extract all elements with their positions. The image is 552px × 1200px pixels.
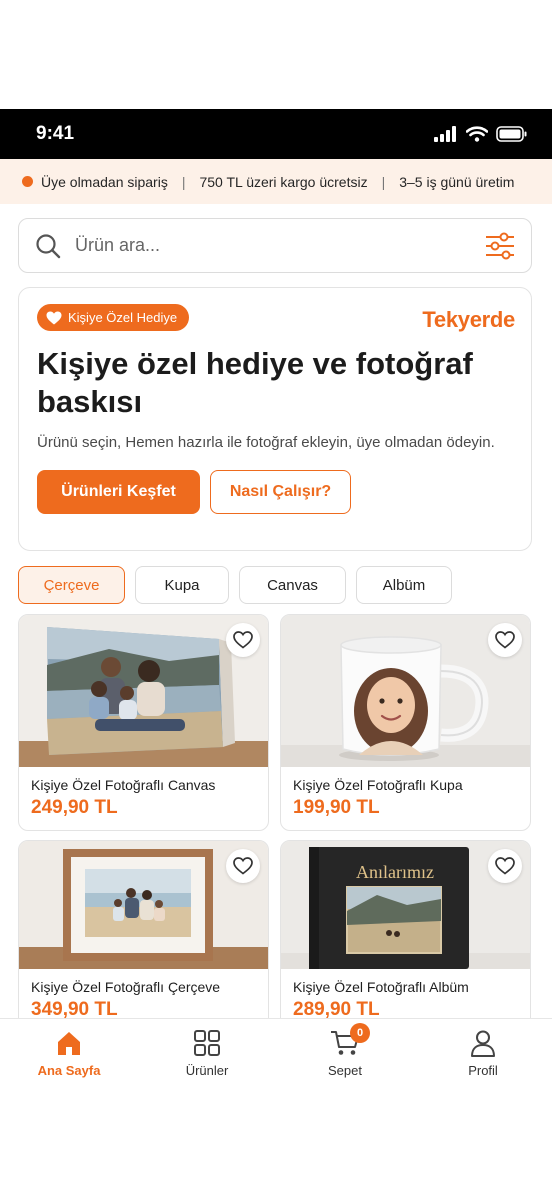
promo-separator: |	[181, 173, 186, 190]
heart-outline-icon	[495, 857, 515, 875]
product-title: Kişiye Özel Fotoğraflı Kupa	[293, 777, 463, 793]
search-bar[interactable]	[18, 218, 532, 273]
product-price: 249,90 TL	[31, 797, 118, 818]
hero-badge-label: Kişiye Özel Hediye	[68, 310, 178, 325]
product-title: Kişiye Özel Fotoğraflı Albüm	[293, 979, 469, 995]
how-it-works-button[interactable]: Nasıl Çalışır?	[210, 470, 351, 514]
heart-icon	[46, 311, 62, 324]
hero-actions: Ürünleri Keşfet Nasıl Çalışır?	[37, 470, 513, 514]
search-input[interactable]	[75, 235, 485, 256]
cart-count-badge: 0	[350, 1023, 370, 1043]
nav-label: Ana Sayfa	[37, 1063, 101, 1078]
battery-icon	[496, 126, 527, 142]
promo-item-production-time: 3–5 iş günü üretim	[399, 173, 515, 190]
product-image-canvas	[19, 615, 268, 767]
cellular-signal-icon	[434, 126, 456, 142]
hero-title: Kişiye özel hediye ve fotoğraf baskısı	[37, 346, 473, 419]
heart-outline-icon	[495, 631, 515, 649]
hero-subtitle: Ürünü seçin, Hemen hazırla ile fotoğraf …	[37, 434, 495, 451]
status-bar: 9:41	[0, 109, 552, 159]
favorite-button[interactable]	[488, 849, 522, 883]
filter-icon[interactable]	[485, 232, 515, 260]
favorite-button[interactable]	[226, 623, 260, 657]
nav-item-home[interactable]: Ana Sayfa	[0, 1019, 138, 1090]
brand-logo: Tekyerde	[422, 307, 515, 332]
bottom-navigation: Ana Sayfa Ürünler 0 Sepet Profil	[0, 1018, 552, 1090]
promo-separator: |	[381, 173, 386, 190]
status-icons	[434, 126, 528, 142]
category-chip-album[interactable]: Albüm	[356, 566, 452, 604]
hero-banner: Kişiye Özel Hediye Tekyerde Kişiye özel …	[18, 287, 532, 551]
nav-item-products[interactable]: Ürünler	[138, 1019, 276, 1090]
category-tabs: Çerçeve Kupa Canvas Albüm	[18, 566, 452, 604]
search-icon	[36, 233, 61, 258]
product-card-mug[interactable]: Kişiye Özel Fotoğraflı Kupa 199,90 TL	[280, 614, 531, 831]
product-image-mug	[281, 615, 530, 767]
product-card-canvas[interactable]: Kişiye Özel Fotoğraflı Canvas 249,90 TL	[18, 614, 269, 831]
user-icon	[471, 1030, 495, 1057]
explore-products-button[interactable]: Ürünleri Keşfet	[37, 470, 200, 514]
album-cover-text: Anılarımız	[356, 862, 434, 882]
product-image-album: Anılarımız	[281, 841, 530, 969]
favorite-button[interactable]	[226, 849, 260, 883]
product-card-album[interactable]: Anılarımız Kişiye Özel Fotoğraflı Albüm …	[280, 840, 531, 1040]
nav-label: Sepet	[328, 1063, 362, 1078]
nav-item-cart[interactable]: 0 Sepet	[276, 1019, 414, 1090]
promo-strip: Üye olmadan sipariş | 750 TL üzeri kargo…	[0, 159, 552, 204]
nav-label: Profil	[468, 1063, 498, 1078]
product-title: Kişiye Özel Fotoğraflı Canvas	[31, 777, 216, 793]
nav-item-profile[interactable]: Profil	[414, 1019, 552, 1090]
category-chip-frame[interactable]: Çerçeve	[18, 566, 125, 604]
hero-badge: Kişiye Özel Hediye	[37, 304, 190, 331]
status-time: 9:41	[36, 123, 75, 144]
favorite-button[interactable]	[488, 623, 522, 657]
product-image-frame	[19, 841, 268, 969]
promo-dot-icon	[22, 176, 33, 187]
category-chip-canvas[interactable]: Canvas	[239, 566, 346, 604]
promo-item-no-membership: Üye olmadan sipariş	[41, 173, 168, 190]
product-title: Kişiye Özel Fotoğraflı Çerçeve	[31, 979, 221, 995]
heart-outline-icon	[233, 857, 253, 875]
product-card-frame[interactable]: Kişiye Özel Fotoğraflı Çerçeve 349,90 TL	[18, 840, 269, 1040]
grid-icon	[194, 1030, 220, 1056]
category-chip-mug[interactable]: Kupa	[135, 566, 229, 604]
promo-item-free-shipping: 750 TL üzeri kargo ücretsiz	[199, 173, 368, 190]
nav-label: Ürünler	[185, 1063, 229, 1078]
product-price: 199,90 TL	[293, 797, 380, 818]
heart-outline-icon	[233, 631, 253, 649]
wifi-icon	[466, 126, 488, 142]
home-icon	[58, 1032, 80, 1055]
